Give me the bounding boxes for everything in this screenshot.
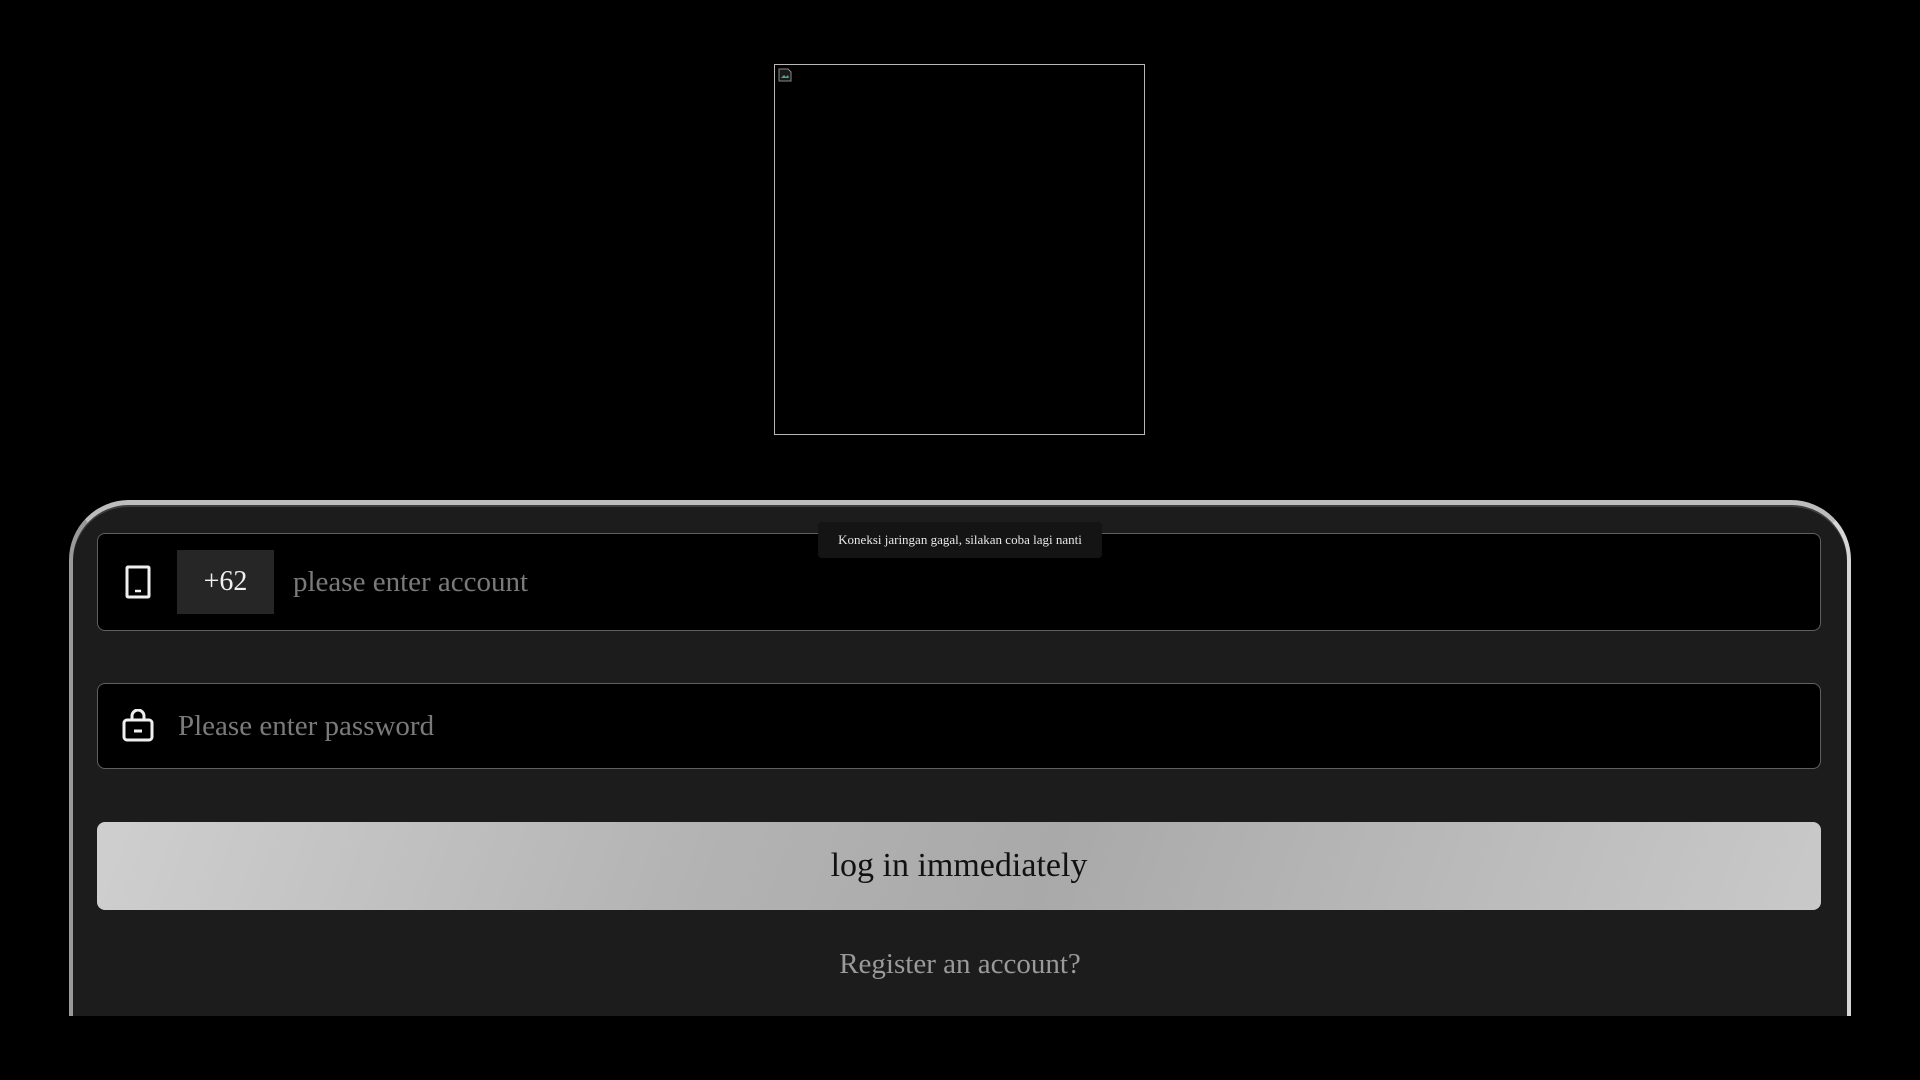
register-link[interactable]: Register an account? (0, 948, 1920, 981)
logo-image (774, 64, 1145, 435)
country-code-selector[interactable]: +62 (177, 550, 274, 614)
login-page: Koneksi jaringan gagal, silakan coba lag… (0, 0, 1920, 1080)
tablet-icon (98, 534, 178, 630)
password-input[interactable] (178, 684, 1820, 768)
broken-image-icon (778, 68, 792, 82)
lock-icon (98, 684, 178, 768)
toast-message: Koneksi jaringan gagal, silakan coba lag… (818, 522, 1102, 558)
password-field (97, 683, 1821, 769)
login-button[interactable]: log in immediately (97, 822, 1821, 910)
